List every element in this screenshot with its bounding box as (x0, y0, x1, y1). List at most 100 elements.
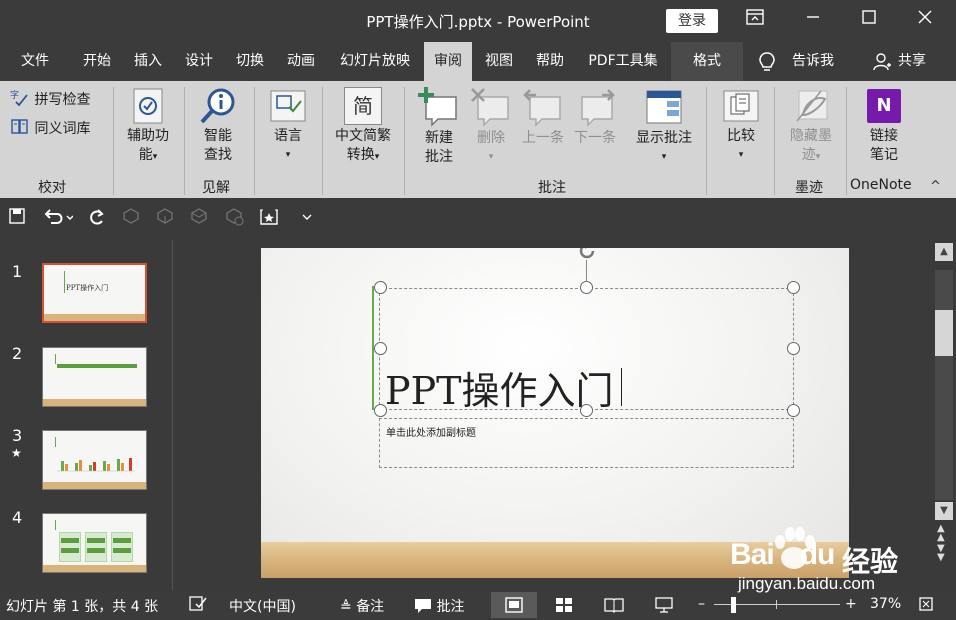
slide-thumbnail-2[interactable] (42, 347, 147, 407)
comments-button[interactable]: 批注 (414, 596, 464, 616)
group-label-onenote: OneNote (850, 177, 912, 193)
zoom-out-button[interactable]: – (698, 596, 705, 612)
watermark-url: jingyan.baidu.com (738, 574, 876, 593)
slide-number: 1 (12, 262, 23, 281)
chinese-conversion-label-2: 转换 (346, 147, 375, 163)
previous-comment-button[interactable]: 上一条 (518, 87, 568, 148)
onenote-icon: N (867, 89, 901, 123)
slideshow-view-icon[interactable] (641, 592, 687, 618)
reading-view-icon[interactable] (591, 592, 637, 618)
subtitle-text[interactable]: 单击此处添加副标题 (386, 424, 476, 439)
spelling-status-icon[interactable] (188, 595, 208, 617)
undo-icon[interactable] (40, 208, 76, 230)
login-button[interactable]: 登录 (666, 9, 718, 33)
new-comment-icon (418, 87, 457, 127)
smart-lookup-button[interactable]: 智能 查找 (190, 87, 246, 165)
group-label-insights: 见解 (202, 180, 230, 196)
tab-review[interactable]: 审阅 (424, 42, 472, 81)
notes-button[interactable]: ≜ 备注 (340, 596, 384, 616)
tab-file[interactable]: 文件 (8, 42, 62, 81)
new-comment-label-1: 新建 (425, 130, 453, 146)
next-comment-label: 下一条 (574, 130, 616, 146)
rotate-handle-stem (586, 260, 587, 282)
tab-insert[interactable]: 插入 (124, 42, 172, 81)
scroll-thumb[interactable] (935, 310, 953, 356)
resize-handle[interactable] (374, 281, 387, 294)
tab-slideshow[interactable]: 幻灯片放映 (330, 42, 420, 81)
accessibility-label-1: 辅助功 (127, 128, 169, 144)
share-person-icon[interactable] (870, 42, 894, 81)
tab-design[interactable]: 设计 (174, 42, 224, 81)
rotate-handle-icon[interactable] (576, 248, 598, 262)
hide-ink-label-1: 隐藏墨 (790, 128, 832, 144)
new-comment-button[interactable]: 新建 批注 (412, 87, 466, 167)
3d-reset-icon (224, 208, 246, 230)
slide-sorter-view-icon[interactable] (541, 592, 587, 618)
share-button[interactable]: 共享 (894, 42, 930, 81)
tab-format[interactable]: 格式 (671, 42, 743, 81)
language-status[interactable]: 中文(中国) (229, 596, 296, 616)
ribbon-display-icon[interactable] (742, 8, 768, 32)
slide-thumbnail-1[interactable]: PPT操作入门 (42, 263, 147, 323)
lightbulb-icon[interactable] (752, 42, 782, 81)
thesaurus-button[interactable]: 同义词库 (10, 118, 90, 138)
minimize-icon[interactable] (800, 8, 826, 32)
normal-view-icon[interactable] (491, 592, 537, 618)
ribbon-separator (322, 87, 323, 195)
scroll-up-icon[interactable]: ▲ (935, 243, 953, 261)
scroll-track[interactable] (935, 270, 953, 500)
resize-handle[interactable] (374, 404, 387, 417)
resize-handle[interactable] (787, 404, 800, 417)
slide-number: 4 (12, 508, 23, 527)
slide-number: 2 (12, 344, 23, 363)
resize-handle[interactable] (580, 404, 593, 417)
slide-thumbnail-4[interactable] (42, 513, 147, 573)
compare-icon (723, 90, 759, 122)
chevron-down-icon: ▾ (285, 150, 291, 160)
tell-me-search[interactable]: 告诉我 (784, 42, 842, 81)
close-icon[interactable] (912, 8, 938, 32)
ribbon-review: 字 拼写检查 同义词库 校对 辅助功 能▾ 智能 查找 见解 语言 ▾ 简 中文… (0, 81, 956, 198)
thumb-chart (57, 458, 135, 472)
show-comments-button[interactable]: 显示批注 ▾ (630, 87, 698, 167)
accessibility-button[interactable]: 辅助功 能▾ (118, 87, 178, 167)
hide-ink-button[interactable]: 隐藏墨 迹▾ (780, 87, 842, 167)
resize-handle[interactable] (580, 281, 593, 294)
tab-animations[interactable]: 动画 (276, 42, 326, 81)
hide-ink-icon (796, 90, 828, 122)
accessibility-icon (133, 88, 163, 124)
tab-help[interactable]: 帮助 (525, 42, 575, 81)
redo-icon[interactable] (86, 208, 108, 230)
chevron-down-icon: ▾ (738, 150, 744, 160)
resize-handle[interactable] (787, 342, 800, 355)
tab-view[interactable]: 视图 (474, 42, 524, 81)
slide-title[interactable]: PPT操作入门 (385, 360, 613, 415)
resize-handle[interactable] (374, 342, 387, 355)
compare-button[interactable]: 比较 ▾ (714, 87, 768, 165)
save-icon[interactable] (6, 208, 28, 230)
tab-pdf-tools[interactable]: PDF工具集 (580, 42, 666, 81)
tab-transitions[interactable]: 切换 (225, 42, 275, 81)
watermark-brand-a: Bai (730, 538, 775, 571)
slideshow-from-start-icon[interactable] (258, 208, 280, 230)
scroll-down-icon[interactable]: ▼ (935, 502, 953, 520)
collapse-ribbon-icon[interactable]: ^ (930, 179, 941, 194)
linked-notes-button[interactable]: N 链接 笔记 (852, 87, 916, 165)
chinese-conversion-button[interactable]: 简 中文简繁 转换▾ (328, 87, 398, 167)
resize-handle[interactable] (787, 281, 800, 294)
slide-number: 3 (12, 426, 23, 445)
spell-check-button[interactable]: 字 拼写检查 (10, 89, 90, 109)
customize-toolbar-icon[interactable] (296, 208, 318, 230)
next-comment-button[interactable]: 下一条 (570, 87, 620, 148)
title-bar: PPT操作入门.pptx - PowerPoint 登录 (0, 0, 956, 42)
slide-thumbnail-3[interactable] (42, 430, 147, 490)
language-button[interactable]: 语言 ▾ (262, 87, 314, 165)
3d-view-icon (188, 208, 210, 230)
svg-text:字: 字 (10, 89, 19, 101)
maximize-icon[interactable] (856, 8, 882, 32)
zoom-slider-center-mark (776, 600, 777, 609)
delete-comment-button[interactable]: 删除 ▾ (468, 87, 514, 167)
tab-home[interactable]: 开始 (72, 42, 122, 81)
smart-lookup-label-1: 智能 (204, 128, 232, 144)
accessibility-label-2: 能 (138, 147, 153, 163)
